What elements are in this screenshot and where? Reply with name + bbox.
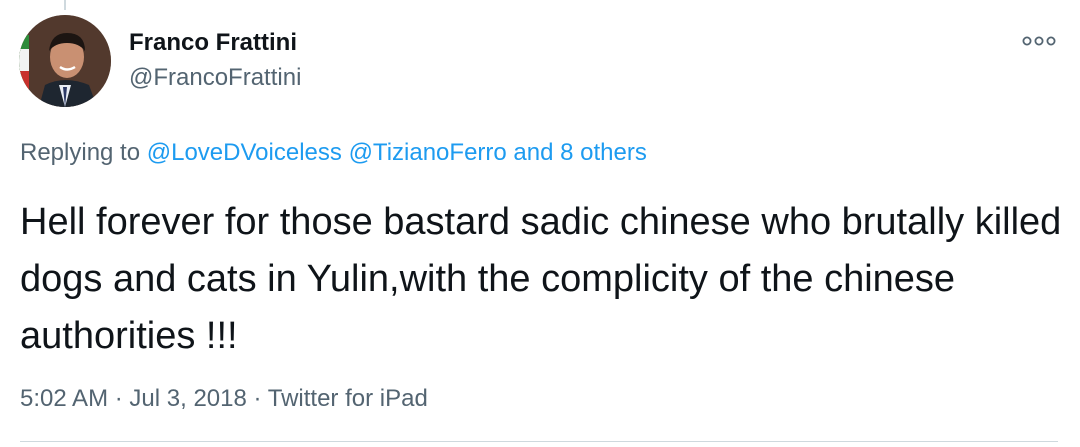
- meta-separator: ·: [253, 385, 262, 412]
- person-photo-icon: [19, 15, 111, 107]
- tweet-metadata: 5:02 AM · Jul 3, 2018 · Twitter for iPad: [20, 384, 428, 414]
- tweet-time[interactable]: 5:02 AM: [20, 385, 108, 412]
- avatar[interactable]: [19, 15, 111, 107]
- others-link[interactable]: and 8 others: [513, 139, 646, 166]
- more-options-icon[interactable]: [1016, 30, 1062, 52]
- meta-separator: ·: [114, 385, 123, 412]
- thread-connector-line: [64, 0, 66, 10]
- mention-link-tizianoferro[interactable]: @TizianoFerro: [349, 139, 507, 166]
- author-display-name[interactable]: Franco Frattini: [129, 29, 297, 57]
- author-handle[interactable]: @FrancoFrattini: [129, 64, 301, 92]
- tweet-source[interactable]: Twitter for iPad: [268, 385, 428, 412]
- tweet-text: Hell forever for those bastard sadic chi…: [20, 201, 1062, 357]
- replying-to-line: Replying to @LoveDVoiceless @TizianoFerr…: [20, 138, 647, 168]
- divider: [20, 441, 1058, 442]
- tweet-date[interactable]: Jul 3, 2018: [129, 385, 246, 412]
- replying-to-label: Replying to: [20, 139, 141, 166]
- mention-link-lovedvoiceless[interactable]: @LoveDVoiceless: [147, 139, 342, 166]
